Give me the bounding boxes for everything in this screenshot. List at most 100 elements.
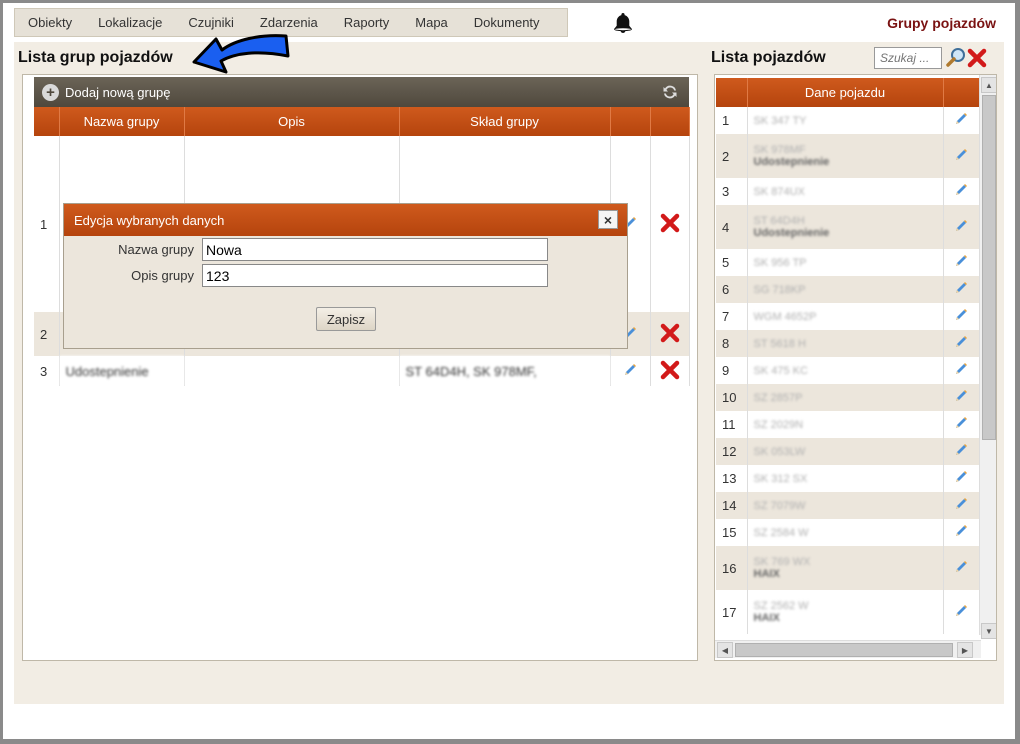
pencil-icon[interactable] [953, 523, 969, 539]
pencil-icon[interactable] [953, 182, 969, 198]
vehicle-data-cell: SZ 2029N [747, 411, 944, 438]
pencil-icon[interactable] [953, 496, 969, 512]
delete-icon[interactable] [659, 359, 681, 381]
nav-item-raporty[interactable]: Raporty [331, 15, 403, 30]
pencil-icon[interactable] [953, 147, 969, 163]
column-header-delete [650, 107, 690, 136]
table-row[interactable]: 1 SK 347 TY [716, 107, 980, 134]
table-row[interactable]: 10 SZ 2857P [716, 384, 980, 411]
vehicle-group: Udostepnienie [753, 227, 830, 239]
group-list-panel: + Dodaj nową grupę Nazwa grupy Opis Skła… [22, 74, 698, 661]
column-header-desc[interactable]: Opis [184, 107, 400, 136]
pencil-icon[interactable] [953, 307, 969, 323]
vertical-scrollbar[interactable]: ▲ ▼ [979, 75, 996, 639]
table-row[interactable]: 2 SK 978MF Udostepnienie [716, 134, 980, 178]
nav-item-lokalizacje[interactable]: Lokalizacje [85, 15, 175, 30]
edit-cell [943, 357, 980, 384]
table-row[interactable]: 12 SK 053LW [716, 438, 980, 465]
edit-cell [943, 134, 980, 178]
table-row[interactable]: 3 SK 874UX [716, 178, 980, 205]
group-name-input[interactable] [202, 238, 548, 261]
scroll-up-icon[interactable]: ▲ [981, 77, 996, 93]
delete-cell [650, 356, 690, 386]
vehicle-plate: SG 718KP [753, 283, 806, 296]
pencil-icon[interactable] [953, 388, 969, 404]
table-row[interactable]: 5 SK 956 TP [716, 249, 980, 276]
vehicle-data-cell: SK 475 KC [747, 357, 944, 384]
scroll-thumb[interactable] [982, 95, 996, 440]
group-desc-input[interactable] [202, 264, 548, 287]
nav-item-dokumenty[interactable]: Dokumenty [461, 15, 553, 30]
vehicle-plate: SK 312 SX [753, 472, 808, 485]
pencil-icon[interactable] [953, 253, 969, 269]
row-number: 12 [716, 438, 748, 465]
column-header-members[interactable]: Skład grupy [399, 107, 611, 136]
pencil-icon[interactable] [953, 280, 969, 296]
table-row[interactable]: 11 SZ 2029N [716, 411, 980, 438]
row-number: 2 [34, 312, 60, 356]
delete-icon[interactable] [659, 212, 681, 234]
group-list-title: Lista grup pojazdów [18, 49, 173, 66]
close-icon[interactable]: × [598, 210, 618, 229]
column-header-num [34, 107, 60, 136]
vehicle-data-cell: SZ 7079W [747, 492, 944, 519]
pencil-icon[interactable] [953, 111, 969, 127]
group-table-header: Nazwa grupy Opis Skład grupy [34, 107, 690, 136]
table-row[interactable]: 9 SK 475 KC [716, 357, 980, 384]
vehicle-group: HAIX [753, 612, 780, 624]
pencil-icon[interactable] [953, 415, 969, 431]
table-row[interactable]: 15 SZ 2584 W [716, 519, 980, 546]
horizontal-scrollbar[interactable]: ◀ ▶ [715, 640, 981, 658]
pencil-icon[interactable] [953, 334, 969, 350]
bell-icon[interactable] [611, 11, 635, 35]
group-members-cell: ST 64D4H, SK 978MF, [399, 356, 611, 386]
table-row[interactable]: 14 SZ 7079W [716, 492, 980, 519]
scroll-down-icon[interactable]: ▼ [981, 623, 996, 639]
clear-search-icon[interactable] [966, 47, 988, 69]
scroll-right-icon[interactable]: ▶ [957, 642, 973, 658]
edit-cell [943, 303, 980, 330]
column-header-edit [610, 107, 651, 136]
table-row[interactable]: 7 WGM 4652P [716, 303, 980, 330]
vehicle-list-panel: Dane pojazdu 1 SK 347 TY 2 SK 978MF Udostepn… [714, 74, 997, 661]
scroll-left-icon[interactable]: ◀ [717, 642, 733, 658]
column-header-vehicle[interactable]: Dane pojazdu [747, 78, 944, 107]
scroll-thumb[interactable] [735, 643, 953, 657]
table-row[interactable]: 6 SG 718KP [716, 276, 980, 303]
add-group-button[interactable]: + Dodaj nową grupę [42, 83, 171, 101]
refresh-icon[interactable] [661, 83, 679, 101]
edit-cell [943, 384, 980, 411]
edit-cell [610, 356, 651, 386]
table-row[interactable]: 13 SK 312 SX [716, 465, 980, 492]
vehicle-data-cell: SK 956 TP [747, 249, 944, 276]
pencil-icon[interactable] [953, 218, 969, 234]
dialog-header: Edycja wybranych danych × [64, 204, 627, 236]
delete-icon[interactable] [659, 322, 681, 344]
pencil-icon[interactable] [622, 362, 638, 378]
pencil-icon[interactable] [953, 559, 969, 575]
pencil-icon[interactable] [953, 603, 969, 619]
pencil-icon[interactable] [953, 361, 969, 377]
vehicle-plate: SK 053LW [753, 445, 806, 458]
table-row[interactable]: 4 ST 64D4H Udostepnienie [716, 205, 980, 249]
search-input[interactable] [874, 47, 942, 69]
table-row[interactable]: 17 SZ 2562 W HAIX [716, 590, 980, 634]
vehicle-plate: ST 64D4H [753, 215, 805, 227]
nav-item-mapa[interactable]: Mapa [402, 15, 461, 30]
save-button[interactable]: Zapisz [316, 307, 376, 331]
table-row[interactable]: 8 ST 5618 H [716, 330, 980, 357]
search-icon[interactable] [946, 47, 966, 67]
row-number: 6 [716, 276, 748, 303]
edit-cell [943, 411, 980, 438]
vehicle-data-cell: SK 053LW [747, 438, 944, 465]
pencil-icon[interactable] [953, 469, 969, 485]
vehicle-data-cell: SG 718KP [747, 276, 944, 303]
vehicle-data-cell: SK 312 SX [747, 465, 944, 492]
edit-cell [943, 590, 980, 634]
nav-item-obiekty[interactable]: Obiekty [15, 15, 85, 30]
pencil-icon[interactable] [953, 442, 969, 458]
plus-circle-icon: + [42, 83, 59, 101]
table-row[interactable]: 3 Udostepnienie ST 64D4H, SK 978MF, [34, 356, 690, 386]
column-header-name[interactable]: Nazwa grupy [59, 107, 185, 136]
table-row[interactable]: 16 SK 769 WX HAIX [716, 546, 980, 590]
